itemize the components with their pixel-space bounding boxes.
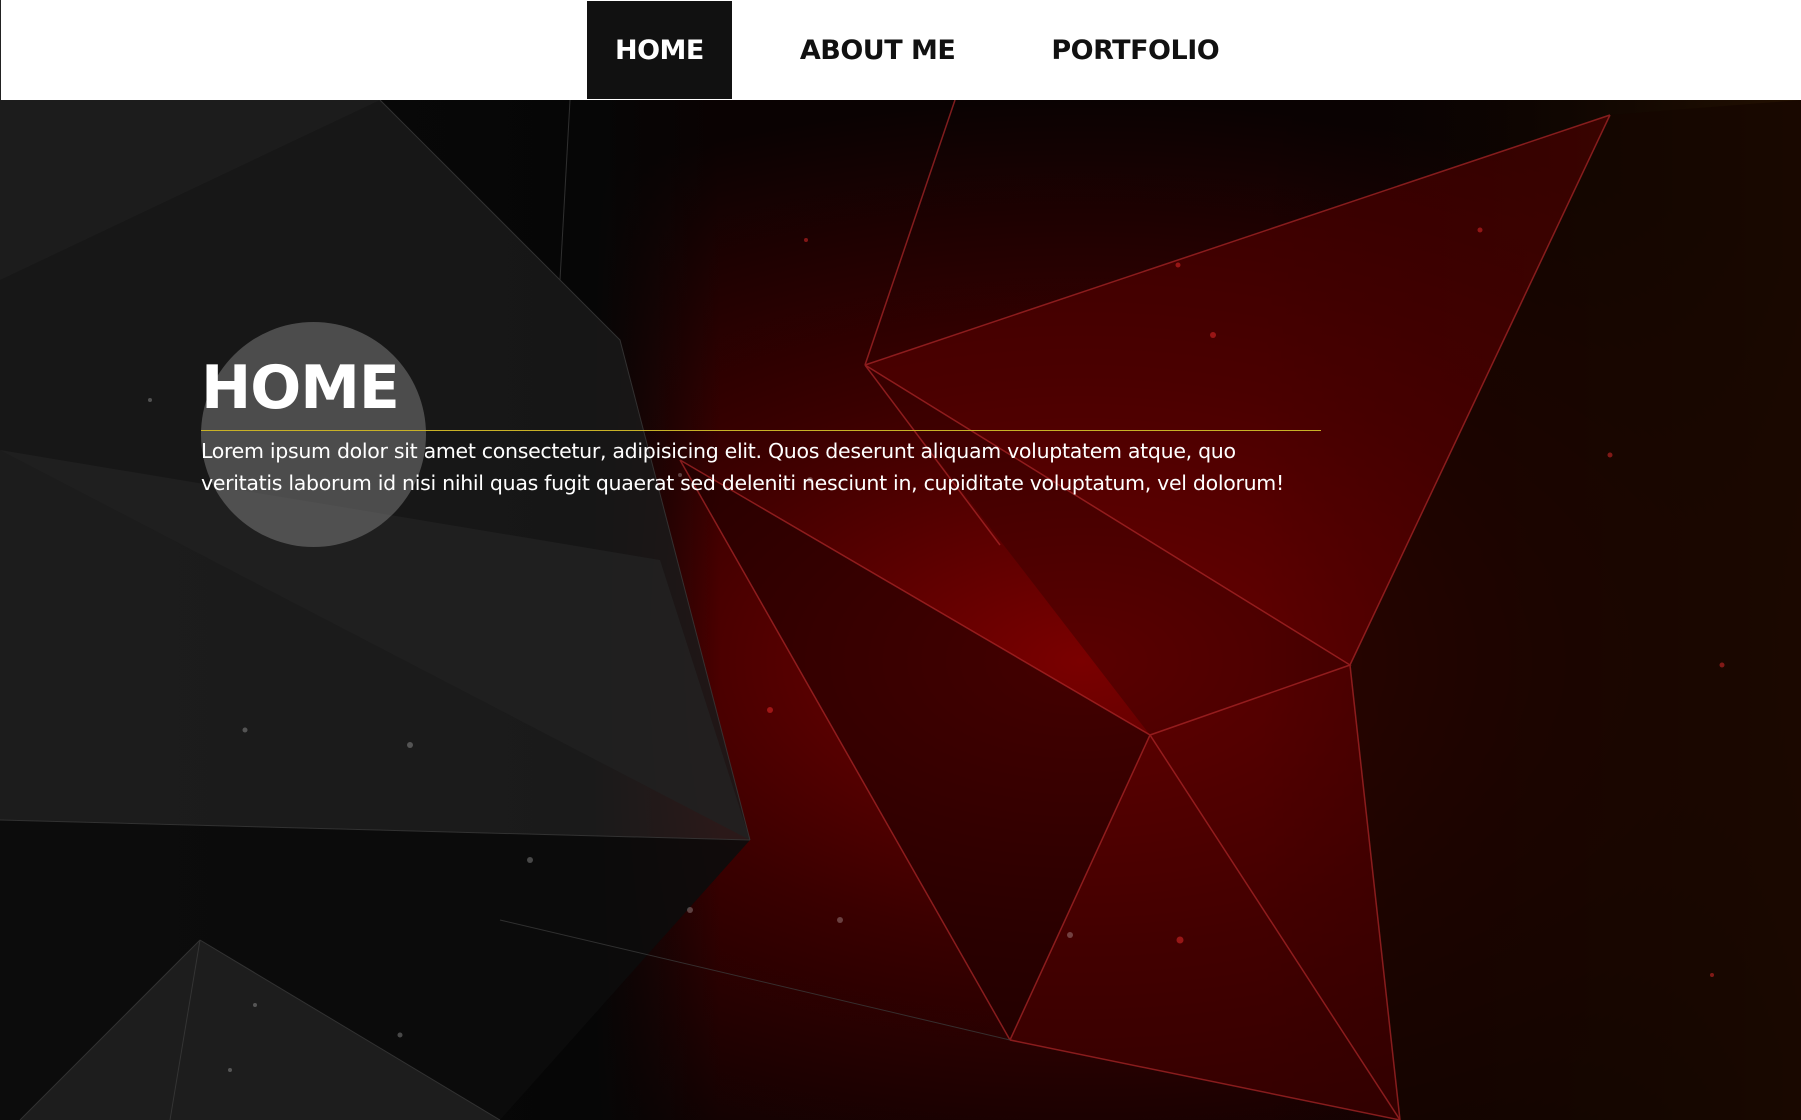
hero-divider [201, 430, 1321, 431]
nav-item-portfolio[interactable]: PORTFOLIO [1023, 1, 1247, 99]
hero-title: HOME [201, 353, 400, 423]
nav-item-about-me[interactable]: ABOUT ME [772, 1, 983, 99]
hero-description: Lorem ipsum dolor sit amet consectetur, … [201, 439, 1284, 495]
nav-list: HOME ABOUT ME PORTFOLIO [587, 1, 1287, 99]
hero-section: HOME Lorem ipsum dolor sit amet consecte… [0, 100, 1801, 1120]
page: HOME ABOUT ME PORTFOLIO HOME Lorem ipsum… [0, 0, 1801, 1120]
hero-background-image [0, 100, 1801, 1120]
nav-item-home[interactable]: HOME [587, 1, 732, 99]
hero-content: HOME Lorem ipsum dolor sit amet consecte… [201, 350, 1321, 499]
top-navbar: HOME ABOUT ME PORTFOLIO [0, 0, 1801, 100]
